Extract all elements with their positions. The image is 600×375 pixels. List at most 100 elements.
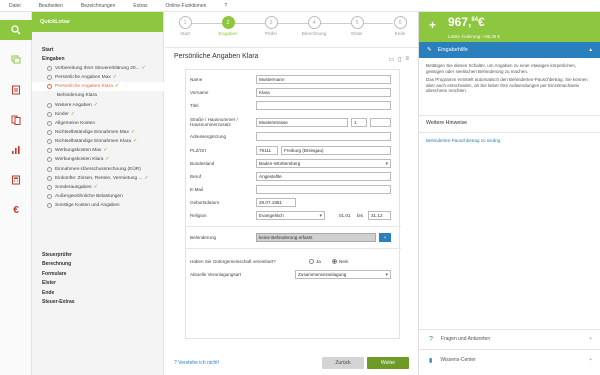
sidebar-item[interactable]: Vorbereitung Ihrer Steuererklärung 20...… [32, 64, 164, 73]
hausnummer-field[interactable]: 1 [351, 117, 367, 127]
behinderung-field: keine Behinderung erfasst [256, 233, 376, 242]
question-icon: ? [174, 360, 177, 366]
chat-icon[interactable] [0, 50, 32, 70]
sidebar-item[interactable]: Allgemeine Kosten [32, 119, 164, 128]
sidebar-item-label: Ende [42, 289, 55, 296]
sidebar-item[interactable]: Eingaben [32, 54, 164, 63]
attachment-icon[interactable]: ▯ [398, 56, 401, 63]
sidebar-item[interactable]: Persönliche Angaben Max ✓ [32, 73, 164, 82]
next-button[interactable]: Weiter [367, 357, 409, 369]
menu-bar: Datei Bearbeiten Bezeichnungen Extras On… [0, 0, 600, 12]
step-ende[interactable]: 6 Ende [385, 16, 415, 36]
adressergaenzung-label: Adressergänzung [190, 134, 227, 139]
sidebar-item-label: Start [42, 46, 54, 53]
menu-bezeichnungen[interactable]: Bezeichnungen [81, 3, 115, 9]
ort-field[interactable]: Freiburg (Breisgau) [281, 146, 391, 155]
wissen-row[interactable]: ▮ Wissens-Center + [419, 352, 600, 368]
strasse-field[interactable]: Musterstrasse [256, 117, 348, 127]
menu-extras[interactable]: Extras [133, 3, 147, 9]
guetergemeinschaft-nein-radio[interactable]: Nein [332, 259, 348, 265]
adressergaenzung-field[interactable] [256, 132, 391, 141]
add-behinderung-button[interactable]: + [379, 233, 391, 242]
geburtsdatum-field[interactable]: 28.07.1981 [256, 198, 296, 207]
status-dot-icon [47, 185, 52, 190]
check-icon: ✓ [105, 157, 110, 162]
sidebar-item[interactable]: Start [32, 45, 164, 54]
bundesland-select[interactable]: Baden-Württemberg [256, 159, 391, 168]
euro-icon[interactable]: € [0, 200, 32, 220]
plz-field[interactable]: 79111 [256, 146, 278, 155]
sidebar-item[interactable]: Werbungskosten Klara ✓ [32, 155, 164, 164]
step-eingaben[interactable]: 2 Eingaben [213, 16, 243, 36]
step-elster[interactable]: 5 Elster [342, 16, 372, 36]
religion-from-field[interactable]: 01.01 [337, 211, 354, 220]
hint-link[interactable]: Behinderten-Pauschbetrag zu niedrig [426, 138, 500, 143]
religion-to-field[interactable]: 31.12 [368, 211, 391, 220]
comment-icon[interactable]: ▭ [389, 56, 395, 63]
sidebar-item[interactable]: Sonderausgaben ✓ [32, 183, 164, 192]
sidebar-item[interactable]: Einkünfte: Zinsen, Renten, Vermietung ..… [32, 174, 164, 183]
list-icon[interactable]: ≡ [405, 56, 409, 63]
documents-icon[interactable] [0, 110, 32, 130]
bottom-bar: ? Verstehe ich nicht! Zurück Weiter [165, 353, 418, 375]
status-dot-icon [47, 148, 52, 153]
sidebar-item[interactable]: Behinderung Klara [32, 91, 164, 100]
chart-icon[interactable] [0, 140, 32, 160]
menu-bearbeiten[interactable]: Bearbeiten [39, 3, 63, 9]
status-dot-icon [47, 203, 52, 208]
email-field[interactable] [256, 185, 391, 194]
vorname-field[interactable]: Klara [256, 88, 391, 97]
search-icon[interactable] [0, 20, 32, 40]
sidebar-item-label: Nichtselbständige Einnahmen Klara [55, 139, 131, 144]
weitere-hinweise-title: Weitere Hinweise [426, 120, 468, 126]
step-berechnung[interactable]: 4 Berechnung [299, 16, 329, 36]
titel-field[interactable] [256, 101, 391, 110]
status-dot-icon [47, 176, 52, 181]
sidebar-item[interactable]: Außergewöhnliche Belastungen [32, 192, 164, 201]
sidebar-item-label: Sonstige Kosten und Angaben [55, 203, 120, 208]
back-button[interactable]: Zurück [322, 357, 364, 369]
beruf-field[interactable]: Angestellte [256, 172, 391, 181]
sidebar-item[interactable]: Nichtselbständige Einnahmen Klara ✓ [32, 137, 164, 146]
sidebar-item[interactable]: Kinder ✓ [32, 110, 164, 119]
guetergemeinschaft-ja-radio[interactable]: Ja [309, 259, 321, 265]
faq-row[interactable]: ? Fragen und Antworten + [419, 331, 600, 347]
quicklotse-sidebar: QuickLotse Start Eingaben Vorbereitung Ihr… [32, 12, 164, 375]
menu-help[interactable]: ? [224, 3, 227, 9]
step-start[interactable]: 1 Start [170, 16, 200, 36]
sidebar-item[interactable]: Formulare [32, 269, 164, 278]
sidebar-item[interactable]: Steuer-Extras [32, 297, 164, 306]
sidebar-item-label: Einnahmen-Überschussrechnung (EÜR) [55, 167, 141, 172]
form-icon[interactable] [0, 80, 32, 100]
hausnummerzusatz-field[interactable] [370, 117, 391, 127]
sidebar-item[interactable]: Elster [32, 278, 164, 287]
beruf-label: Beruf [190, 174, 201, 179]
main-content: Persönliche Angaben Klara ▭ ▯ ≡ Name Must… [165, 48, 418, 353]
sidebar-item[interactable]: Sonstige Kosten und Angaben [32, 201, 164, 210]
collapse-icon[interactable]: ▴ [589, 47, 592, 53]
sidebar-item[interactable]: Einnahmen-Überschussrechnung (EÜR) [32, 165, 164, 174]
check-icon: ✓ [141, 66, 146, 71]
sidebar-item-label: Eingaben [42, 55, 65, 62]
sidebar-item[interactable]: Berechnung [32, 259, 164, 268]
calculator-icon[interactable] [0, 170, 32, 190]
religion-label: Religion [190, 213, 207, 218]
status-dot-icon [47, 139, 52, 144]
sidebar-item[interactable]: Weitere Angaben ✓ [32, 101, 164, 110]
sidebar-item-label: Formulare [42, 270, 67, 277]
sidebar-item[interactable]: Nichtselbständige Einnahmen Max ✓ [32, 128, 164, 137]
step-pruefer[interactable]: 3 Prüfer [256, 16, 286, 36]
sidebar-item[interactable]: Werbungskosten Max ✓ [32, 146, 164, 155]
sidebar-item[interactable]: Persönliche Angaben Klara ✓ [32, 82, 164, 91]
menu-online-funktionen[interactable]: Online-Funktionen [166, 3, 207, 9]
menu-datei[interactable]: Datei [9, 3, 21, 9]
name-field[interactable]: Mustermann [256, 75, 391, 84]
help-link[interactable]: ? Verstehe ich nicht! [174, 360, 219, 366]
help-text-2: Das Programm ermittelt automatisch den B… [426, 77, 588, 94]
sidebar-item[interactable]: Ende [32, 288, 164, 297]
status-dot-icon [47, 194, 52, 199]
sidebar-item[interactable]: Steuerprüfer [32, 250, 164, 259]
religion-select[interactable]: Evangelisch [256, 211, 325, 220]
veranlagungsart-select[interactable]: Zusammenveranlagung [295, 270, 391, 279]
last-change: Letzte Änderung: +95,36 € [448, 34, 500, 39]
